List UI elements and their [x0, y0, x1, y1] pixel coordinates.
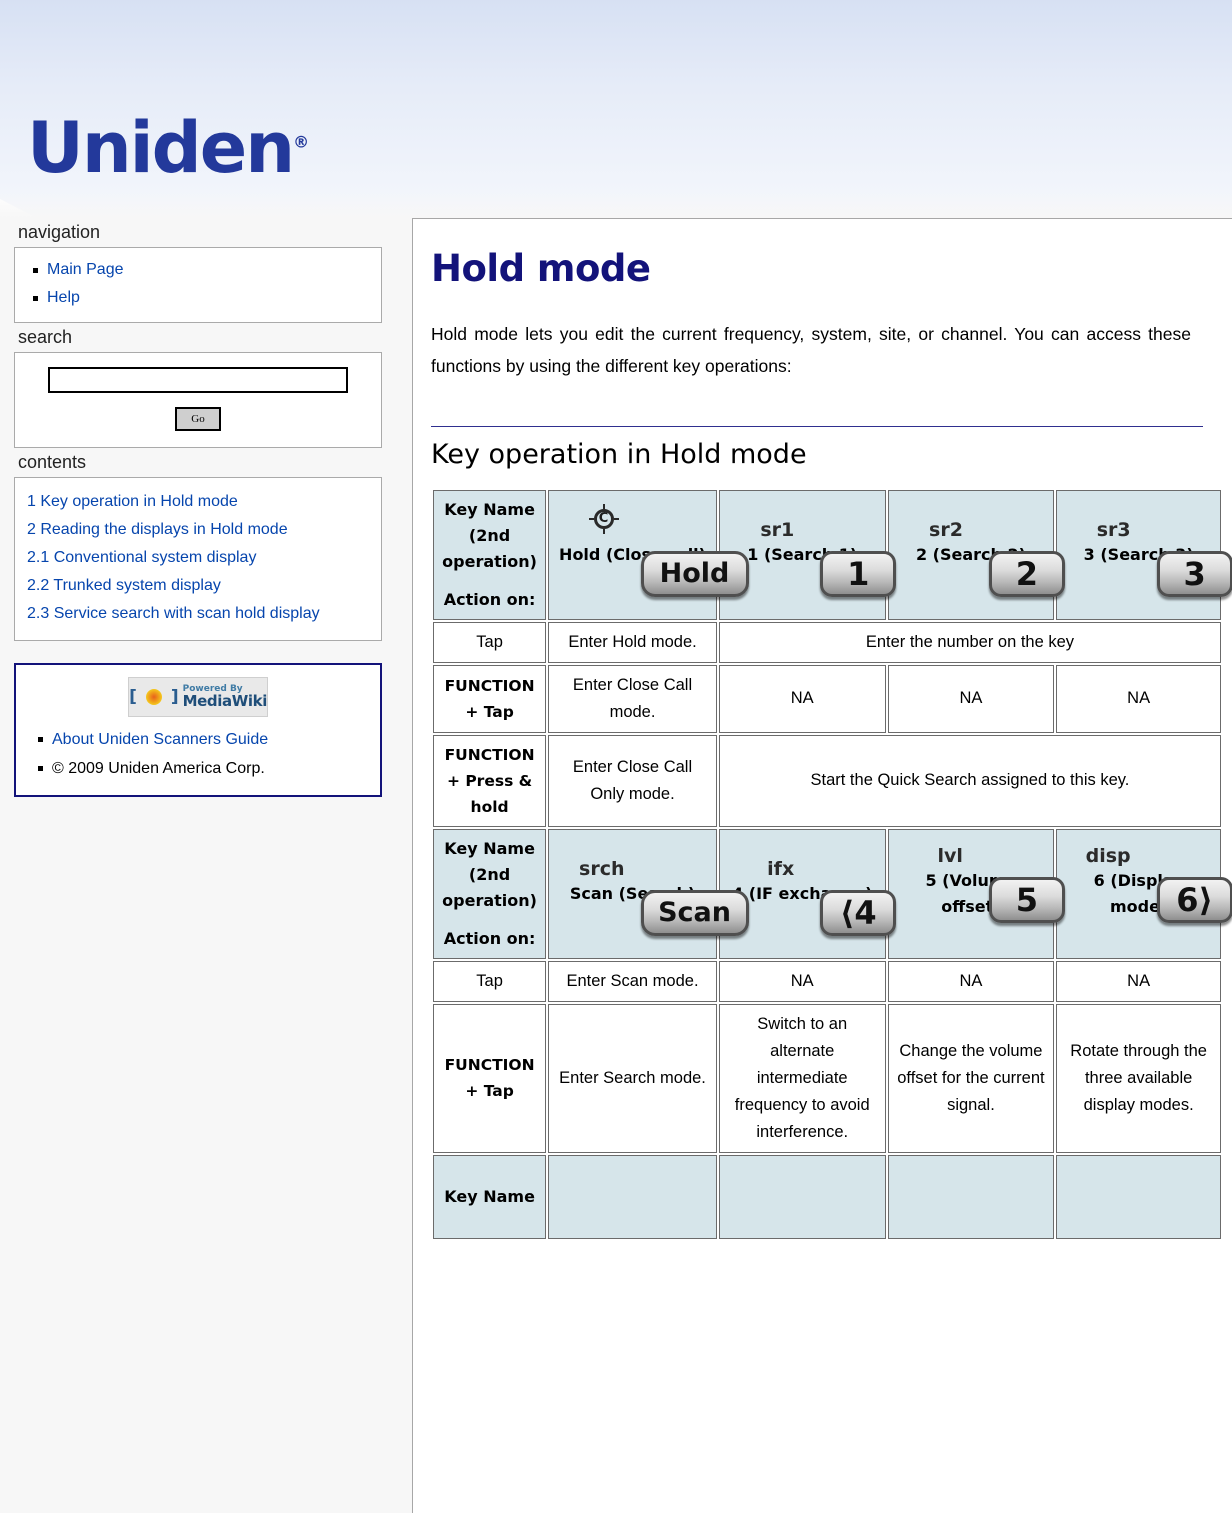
intro-paragraph: Hold mode lets you edit the current freq…: [431, 323, 1191, 376]
list-item[interactable]: Main Page: [33, 256, 371, 284]
cell-5-tap: NA: [887, 960, 1055, 1002]
mediawiki-badge-icon[interactable]: [ ] Powered By MediaWiki: [128, 677, 268, 717]
key-6-image: 6⟩ disp 6 (Display mode): [1062, 846, 1232, 923]
cell-4-fn-tap: Switch to an alternate intermediate freq…: [718, 1003, 886, 1153]
key-2-image: 2 sr2 2 (Search 2): [894, 520, 1065, 597]
mediawiki-label: MediaWiki: [182, 692, 268, 710]
toc-item-2-1[interactable]: 2.1 Conventional system display: [27, 544, 369, 572]
list-item: © 2009 Uniden America Corp.: [38, 754, 370, 783]
about-uniden-scanners-guide-link[interactable]: About Uniden Scanners Guide: [52, 731, 268, 748]
table-row: FUNCTION + Press & hold Enter Close Call…: [433, 734, 1221, 827]
cell-3-fn-tap: NA: [1056, 664, 1221, 733]
search-box: Go: [14, 352, 382, 448]
search-title: search: [18, 327, 73, 347]
uniden-logo[interactable]: Uniden®: [27, 113, 309, 183]
table-header-row-block3: Key Name: [433, 1154, 1221, 1239]
contents-box: 1 Key operation in Hold mode 2 Reading t…: [14, 477, 382, 641]
table-row: Tap Enter Hold mode. Enter the number on…: [433, 621, 1221, 663]
toc-item-2[interactable]: 2 Reading the displays in Hold mode: [27, 516, 369, 544]
cell-2-fn-tap: NA: [887, 664, 1055, 733]
header-label-keyname-2: Key Name (2nd operation): [442, 838, 537, 910]
copyright-label: © 2009 Uniden America Corp.: [52, 760, 265, 777]
navigation-list: Main Page Help: [25, 256, 371, 312]
cell-6-tap: NA: [1056, 960, 1221, 1002]
header-cell-key-name-2: Key Name (2nd operation) Action on:: [433, 828, 547, 959]
header-cell-key-5: 5 lvl 5 (Volume offset): [887, 828, 1065, 959]
cell-hold-fn-tap: Enter Close Call mode.: [548, 664, 717, 733]
cell-scan-fn-tap: Enter Search mode.: [548, 1003, 717, 1153]
header-cell-key-6: 6⟩ disp 6 (Display mode): [1056, 828, 1232, 959]
header-cell-empty-2: [718, 1154, 886, 1239]
cell-4-tap: NA: [718, 960, 886, 1002]
header-cell-scan-key: Scan srch Scan (Search): [548, 828, 749, 959]
cell-numbers-tap: Enter the number on the key: [718, 621, 1221, 663]
table-row: FUNCTION + Tap Enter Close Call mode. NA…: [433, 664, 1221, 733]
cell-scan-tap: Enter Scan mode.: [548, 960, 717, 1002]
row-action-label: FUNCTION + Tap: [433, 1003, 547, 1153]
banner-fade: [0, 190, 1232, 218]
section-heading-key-operation: Key operation in Hold mode: [431, 425, 1203, 470]
registered-mark: ®: [293, 132, 310, 152]
sidebar-item-help[interactable]: Help: [47, 289, 80, 306]
page-title: Hold mode: [431, 247, 651, 290]
cell-6-fn-tap: Rotate through the three available displ…: [1056, 1003, 1221, 1153]
row-action-label: FUNCTION + Tap: [433, 664, 547, 733]
table-header-row-block2: Key Name (2nd operation) Action on: Scan…: [433, 828, 1232, 959]
header-label-keyname: Key Name (2nd operation): [442, 499, 537, 571]
toc-link-2-2[interactable]: 2.2 Trunked system display: [27, 577, 221, 594]
search-go-button[interactable]: Go: [175, 407, 221, 431]
header-cell-key-2: 2 sr2 2 (Search 2): [887, 489, 1065, 620]
toc-link-2[interactable]: 2 Reading the displays in Hold mode: [27, 521, 288, 538]
toc-item-2-3[interactable]: 2.3 Service search with scan hold displa…: [27, 600, 369, 628]
row-action-label: FUNCTION + Press & hold: [433, 734, 547, 827]
cell-5-fn-tap: Change the volume offset for the current…: [887, 1003, 1055, 1153]
bracket-right-icon: ]: [170, 687, 179, 707]
cell-1-fn-tap: NA: [718, 664, 886, 733]
toc-link-1[interactable]: 1 Key operation in Hold mode: [27, 493, 238, 510]
toc-item-2-2[interactable]: 2.2 Trunked system display: [27, 572, 369, 600]
header-label-actionon-2: Action on:: [443, 928, 536, 948]
toc-link-2-1[interactable]: 2.1 Conventional system display: [27, 549, 256, 566]
footer-list: About Uniden Scanners Guide © 2009 Unide…: [26, 725, 370, 783]
main-content: Hold mode Hold mode lets you edit the cu…: [412, 218, 1232, 1513]
row-action-label: Tap: [433, 621, 547, 663]
logo-text: Uniden: [27, 107, 295, 189]
contents-title: contents: [18, 452, 87, 472]
sidebar-item-main-page[interactable]: Main Page: [47, 261, 124, 278]
toc-link-2-3[interactable]: 2.3 Service search with scan hold displa…: [27, 605, 320, 622]
navigation-title: navigation: [18, 222, 101, 242]
table-row: FUNCTION + Tap Enter Search mode. Switch…: [433, 1003, 1221, 1153]
key-3-image: 3 sr3 3 (Search 3): [1062, 520, 1232, 597]
sunflower-icon: [141, 684, 167, 710]
cell-numbers-fn-hold: Start the Quick Search assigned to this …: [718, 734, 1221, 827]
toc-item-1[interactable]: 1 Key operation in Hold mode: [27, 488, 369, 516]
header-cell-empty-4: [1056, 1154, 1221, 1239]
key-5-image: 5 lvl 5 (Volume offset): [894, 846, 1065, 923]
bracket-left-icon: [: [129, 687, 137, 707]
mediawiki-badge-text: Powered By MediaWiki: [182, 685, 268, 710]
scan-key-image: Scan srch Scan (Search): [554, 859, 749, 936]
row-action-label: Tap: [433, 960, 547, 1002]
header-cell-key-name-3: Key Name: [433, 1154, 547, 1239]
sidebar-footer-box: [ ] Powered By MediaWiki About Uniden Sc…: [14, 663, 382, 797]
table-row: Tap Enter Scan mode. NA NA NA: [433, 960, 1221, 1002]
cell-hold-tap: Enter Hold mode.: [548, 621, 717, 663]
cell-hold-fn-hold: Enter Close Call Only mode.: [548, 734, 717, 827]
header-cell-empty-3: [887, 1154, 1055, 1239]
search-input[interactable]: [48, 367, 348, 393]
navigation-box: Main Page Help: [14, 247, 382, 323]
key-operation-table: Key Name (2nd operation) Action on: Hold: [431, 488, 1232, 1241]
list-item[interactable]: Help: [33, 284, 371, 312]
table-header-row-block1: Key Name (2nd operation) Action on: Hold: [433, 489, 1232, 620]
header-label-actionon: Action on:: [443, 589, 536, 609]
header-cell-empty-1: [548, 1154, 717, 1239]
site-banner: Uniden®: [0, 0, 1232, 218]
sidebar: navigation Main Page Help search Go cont…: [0, 218, 400, 797]
header-cell-hold-key: Hold C Hold (Close call): [548, 489, 749, 620]
list-item[interactable]: About Uniden Scanners Guide: [38, 725, 370, 754]
header-cell-key-3: 3 sr3 3 (Search 3): [1056, 489, 1232, 620]
header-cell-key-name: Key Name (2nd operation) Action on:: [433, 489, 547, 620]
hold-key-image: Hold C Hold (Close call): [554, 503, 749, 597]
sunflower-core: [145, 689, 162, 705]
